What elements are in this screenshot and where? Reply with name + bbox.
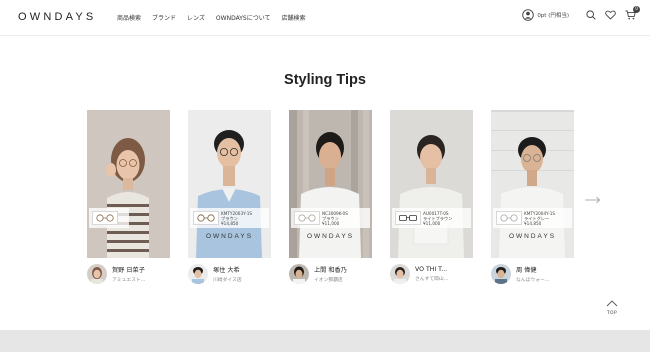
staff-name: VO THI T... — [415, 266, 448, 273]
nav-item-store-search[interactable]: 店舗検索 — [282, 13, 306, 22]
main-nav: 商品検索 ブランド レンズ OWNDAYSについて 店舗検索 — [117, 13, 317, 22]
staff-store: さんすて岡山... — [415, 277, 449, 282]
brand-watermark: OWNDAYS — [508, 233, 557, 240]
staff-photo — [87, 110, 170, 258]
glasses-thumbnail — [395, 211, 421, 225]
avatar — [87, 264, 107, 284]
nav-item-brand[interactable]: ブランド — [152, 13, 176, 22]
staff-photo: NC3009K-0S ブラウン ¥11,000 OWNDAYS — [289, 110, 372, 258]
staff-name: 上間 和香乃 — [314, 267, 347, 274]
product-price: ¥11,000 — [322, 221, 340, 227]
nav-item-lens[interactable]: レンズ — [187, 13, 205, 22]
back-to-top-button[interactable]: TOP — [604, 292, 620, 316]
site-header: OWNDAYS 商品検索 ブランド レンズ OWNDAYSについて 店舗検索 0… — [0, 0, 650, 36]
header-actions: 0pt (円相当) 0 — [522, 6, 640, 21]
glasses-icon — [197, 214, 215, 222]
brand-watermark: OWNDAYS — [205, 233, 254, 240]
brand-watermark: OWNDAYS — [306, 233, 355, 240]
product-tag[interactable]: AU0017T-0S ライトブラウン ¥11,000 — [392, 208, 471, 228]
staff-info: 周 偉健 なんばウォー... — [491, 262, 574, 286]
chevron-up-icon — [606, 300, 618, 307]
points-text: 0pt (円相当) — [537, 13, 569, 19]
staff-info: 上間 和香乃 イオン那覇店 — [289, 262, 372, 286]
carousel-next-button[interactable] — [585, 189, 601, 204]
cart-button[interactable]: 0 — [625, 6, 640, 20]
staff-info: 塚住 大希 川崎ダイス店 — [188, 262, 271, 286]
favorite-button[interactable] — [605, 10, 616, 20]
styling-card[interactable]: AU0017T-0S ライトブラウン ¥11,000 VO THI T... さ… — [390, 110, 473, 284]
glasses-thumbnail — [193, 211, 219, 225]
styling-card[interactable]: NC3009K-0S ブラウン ¥11,000 OWNDAYS 上間 和香乃 イ… — [289, 110, 372, 284]
styling-tips-carousel: 賀野 日菜子 アミュエスト... KMTY2003Y-1S ブラウン ¥14,8… — [87, 110, 577, 290]
cart-count-badge: 0 — [633, 6, 640, 13]
user-icon — [522, 9, 535, 21]
section-title: Styling Tips — [284, 72, 366, 88]
product-price: ¥14,850 — [221, 221, 239, 227]
staff-name: 塚住 大希 — [213, 267, 240, 274]
points-link[interactable]: 0pt (円相当) — [522, 9, 569, 21]
product-tag[interactable]: KMTY2004Y-1S ライトグレー ¥14,850 — [493, 208, 572, 228]
product-tag[interactable] — [89, 208, 129, 228]
owndays-logo[interactable]: OWNDAYS — [18, 11, 96, 23]
staff-info: VO THI T... さんすて岡山... — [390, 262, 473, 286]
glasses-icon — [298, 214, 316, 222]
staff-store: 川崎ダイス店 — [213, 278, 242, 283]
product-tag[interactable]: NC3009K-0S ブラウン ¥11,000 — [291, 208, 370, 228]
nav-item-about[interactable]: OWNDAYSについて — [216, 13, 271, 22]
avatar — [188, 264, 208, 284]
glasses-icon — [399, 215, 417, 221]
heart-icon — [605, 10, 616, 20]
footer-band — [0, 330, 650, 352]
glasses-icon — [500, 214, 518, 222]
glasses-thumbnail — [294, 211, 320, 225]
styling-card[interactable]: 賀野 日菜子 アミュエスト... — [87, 110, 170, 284]
staff-photo: KMTY2003Y-1S ブラウン ¥14,850 OWNDAYS — [188, 110, 271, 258]
search-button[interactable] — [586, 10, 596, 20]
staff-info: 賀野 日菜子 アミュエスト... — [87, 262, 170, 286]
arrow-right-icon — [585, 196, 601, 204]
avatar — [289, 264, 309, 284]
staff-store: なんばウォー... — [516, 278, 550, 283]
avatar — [390, 264, 410, 284]
product-tag[interactable]: KMTY2003Y-1S ブラウン ¥14,850 — [190, 208, 269, 228]
staff-photo: AU0017T-0S ライトブラウン ¥11,000 — [390, 110, 473, 258]
staff-store: アミュエスト... — [112, 278, 146, 283]
nav-item-product-search[interactable]: 商品検索 — [117, 13, 141, 22]
search-icon — [586, 10, 596, 20]
styling-card[interactable]: KMTY2004Y-1S ライトグレー ¥14,850 OWNDAYS 周 偉健… — [491, 110, 574, 284]
glasses-thumbnail — [92, 211, 118, 225]
staff-store: イオン那覇店 — [314, 278, 343, 283]
avatar — [491, 264, 511, 284]
staff-name: 周 偉健 — [516, 267, 537, 274]
staff-photo: KMTY2004Y-1S ライトグレー ¥14,850 OWNDAYS — [491, 110, 574, 258]
product-price: ¥14,850 — [524, 221, 542, 227]
product-price: ¥11,000 — [423, 221, 441, 227]
staff-name: 賀野 日菜子 — [112, 267, 145, 274]
styling-card[interactable]: KMTY2003Y-1S ブラウン ¥14,850 OWNDAYS 塚住 大希 … — [188, 110, 271, 284]
glasses-thumbnail — [496, 211, 522, 225]
glasses-icon — [96, 214, 114, 222]
back-to-top-label: TOP — [606, 311, 618, 316]
